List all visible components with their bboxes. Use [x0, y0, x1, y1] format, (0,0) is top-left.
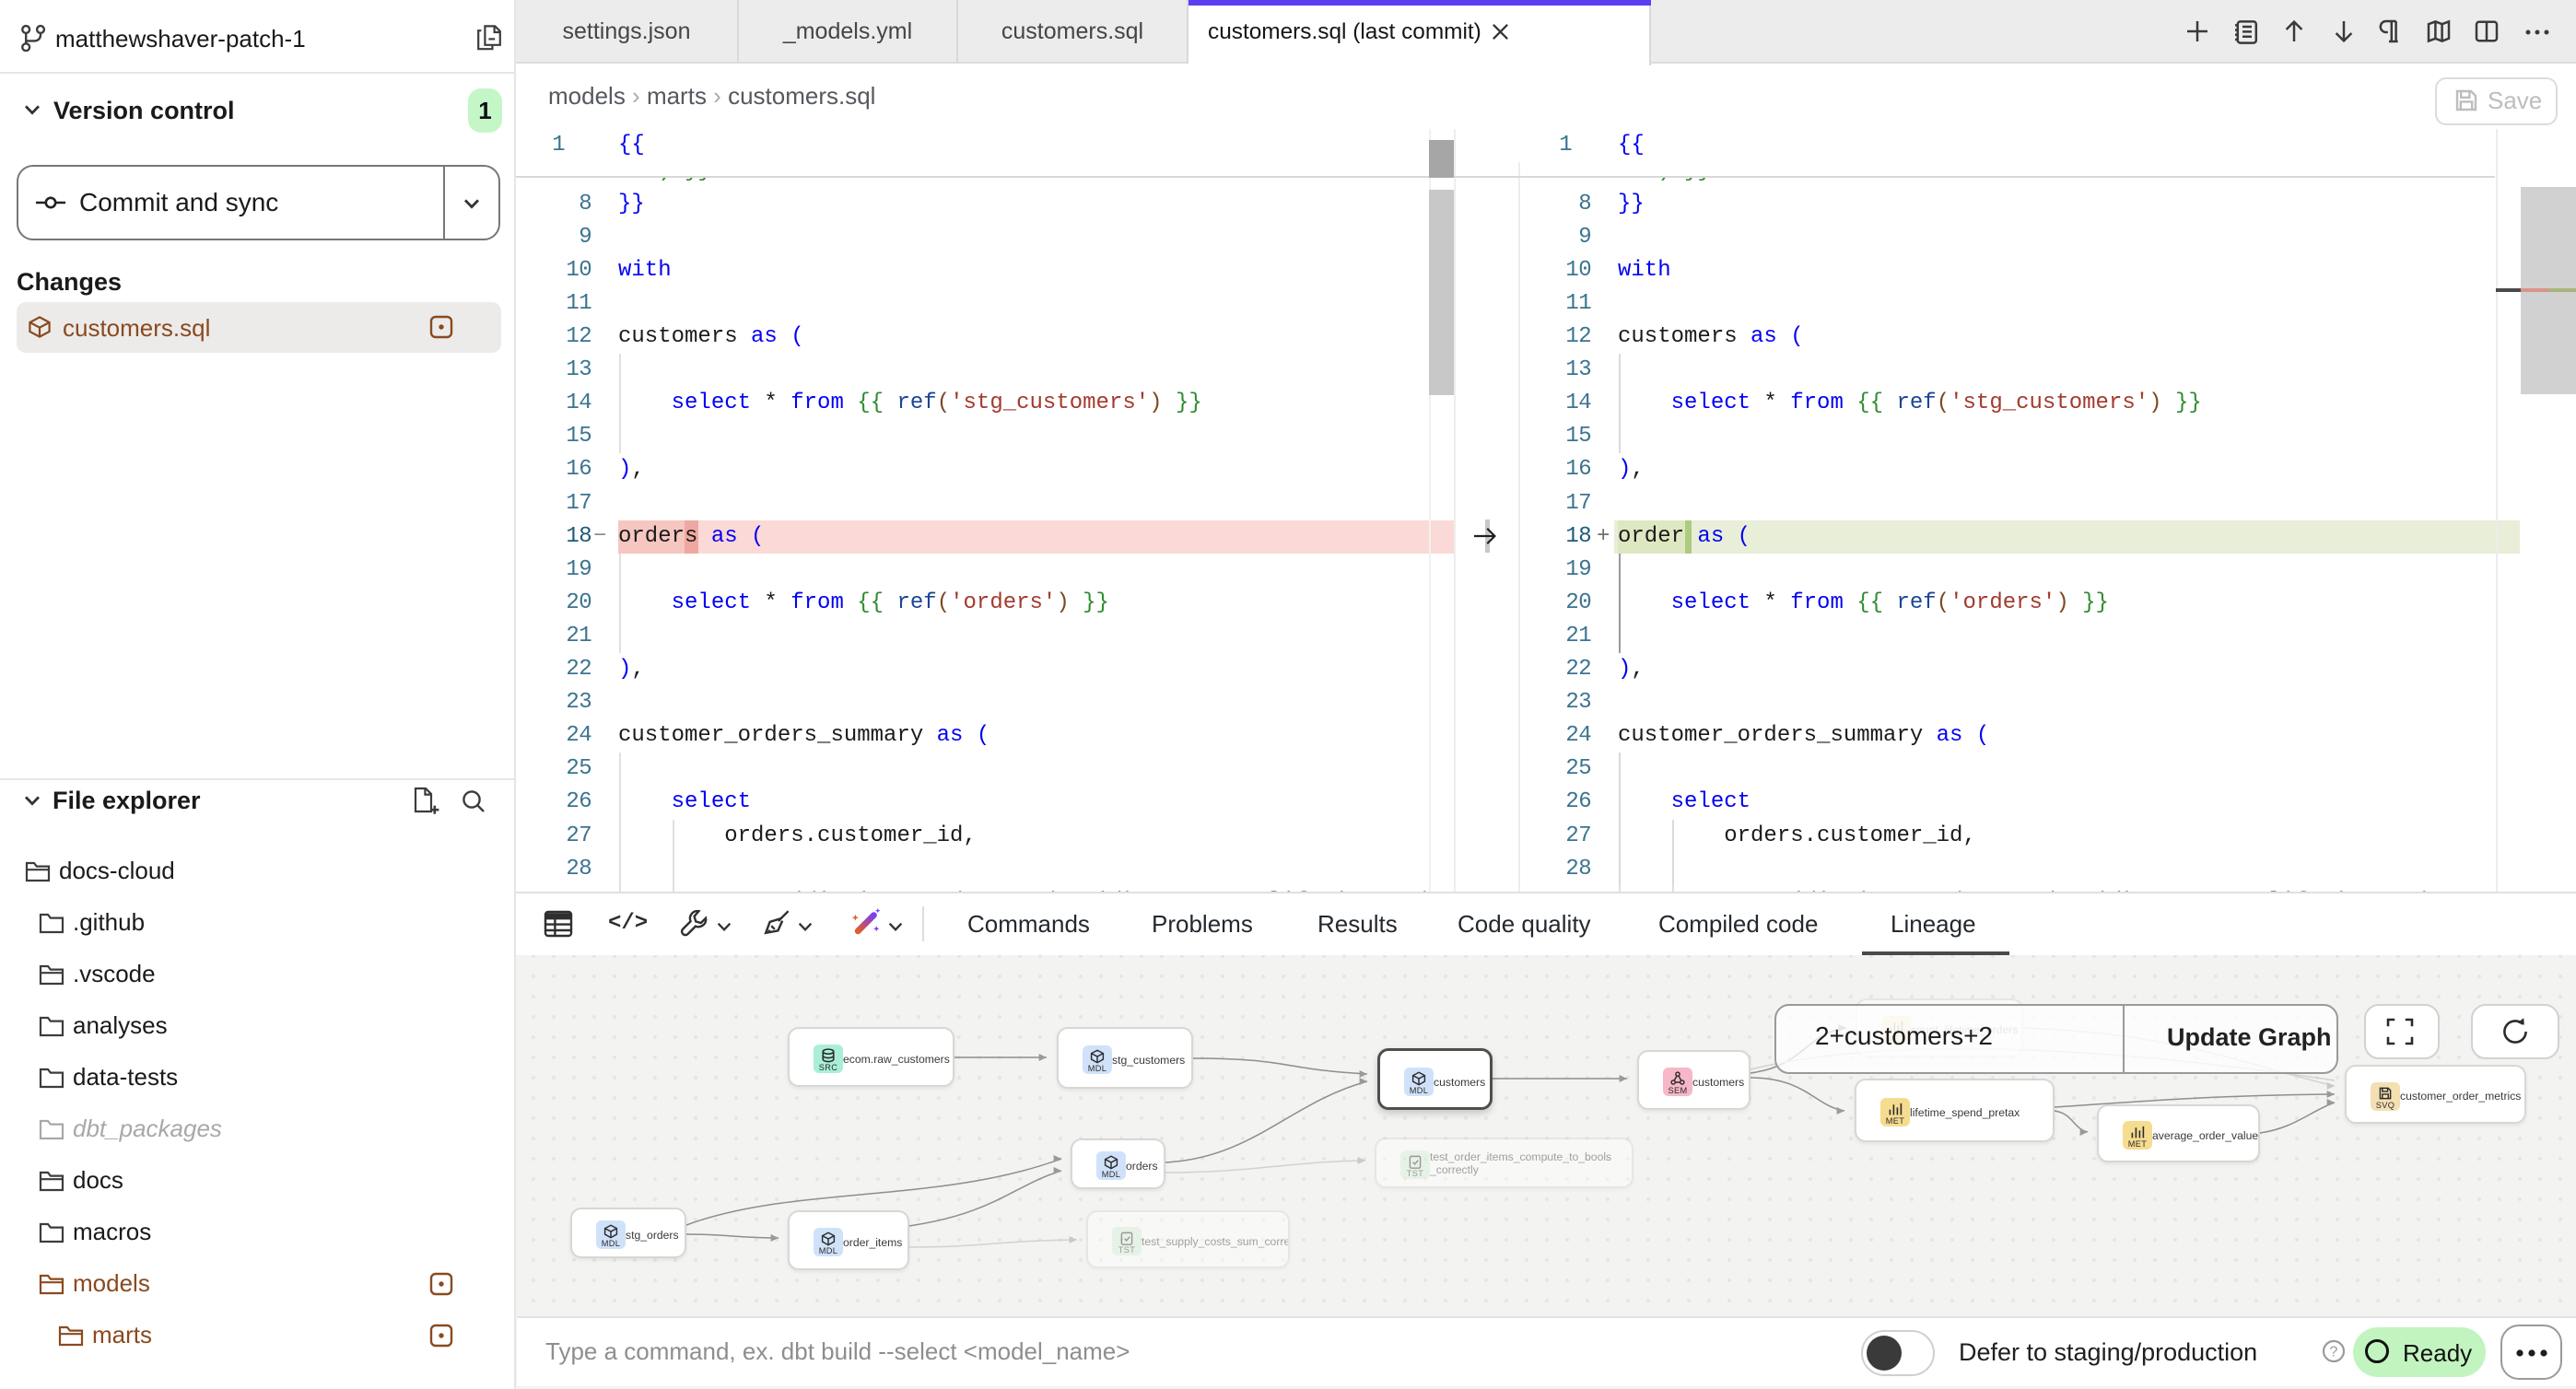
svg-text:?: ? — [2330, 1345, 2338, 1360]
